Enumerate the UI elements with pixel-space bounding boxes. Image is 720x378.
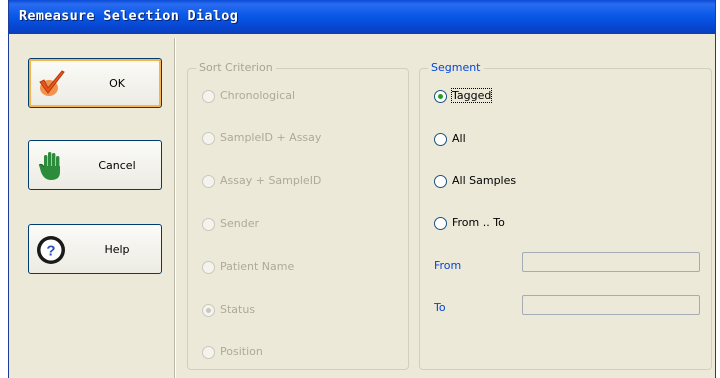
radio-circle — [202, 346, 215, 359]
radio-circle — [202, 132, 215, 145]
radio-circle — [202, 261, 215, 274]
cancel-button[interactable]: Cancel — [28, 140, 162, 190]
title-bar[interactable]: Remeasure Selection Dialog — [9, 0, 715, 34]
to-field[interactable] — [522, 295, 700, 315]
sort-option-label: Status — [220, 303, 256, 316]
radio-circle — [202, 90, 215, 103]
to-label: To — [434, 301, 446, 314]
sort-criterion-group: Sort Criterion Chronological SampleID + … — [187, 61, 409, 370]
radio-circle — [434, 175, 447, 188]
sort-option-label: Chronological — [220, 89, 296, 102]
cancel-button-label: Cancel — [98, 159, 136, 172]
from-label: From — [434, 259, 462, 272]
ok-button[interactable]: OK — [28, 58, 162, 108]
help-icon: ? — [37, 236, 65, 264]
help-button-label: Help — [104, 243, 130, 256]
from-field[interactable] — [522, 252, 700, 272]
radio-circle — [434, 217, 447, 230]
segment-option-label: From .. To — [452, 216, 505, 229]
radio-selected-dot — [206, 308, 211, 313]
sort-option-label: Assay + SampleID — [220, 174, 322, 187]
window-title: Remeasure Selection Dialog — [19, 8, 239, 24]
dialog-window: Remeasure Selection Dialog OK Cancel ? H… — [8, 0, 716, 378]
radio-selected-dot — [438, 94, 443, 99]
radio-circle — [202, 304, 215, 317]
sort-option-label: SampleID + Assay — [220, 131, 322, 144]
help-button[interactable]: ? Help — [28, 224, 162, 274]
segment-legend: Segment — [428, 61, 484, 74]
sort-criterion-legend: Sort Criterion — [196, 61, 276, 74]
radio-circle — [202, 218, 215, 231]
radio-circle — [202, 175, 215, 188]
segment-option-label: Tagged — [450, 88, 493, 103]
checkmark-icon — [39, 70, 65, 96]
svg-text:?: ? — [46, 243, 55, 260]
button-panel: OK Cancel ? Help — [10, 38, 175, 378]
segment-group: Segment Tagged All All Samples From .. T… — [419, 61, 712, 370]
sort-option-label: Position — [220, 345, 263, 358]
radio-circle — [434, 133, 447, 146]
stop-hand-icon — [38, 152, 60, 180]
segment-option-label: All — [452, 132, 466, 145]
sort-option-label: Patient Name — [220, 260, 295, 273]
sort-option-label: Sender — [220, 217, 259, 230]
ok-button-label: OK — [109, 77, 125, 90]
segment-option-label: All Samples — [452, 174, 517, 187]
radio-circle — [434, 90, 447, 103]
